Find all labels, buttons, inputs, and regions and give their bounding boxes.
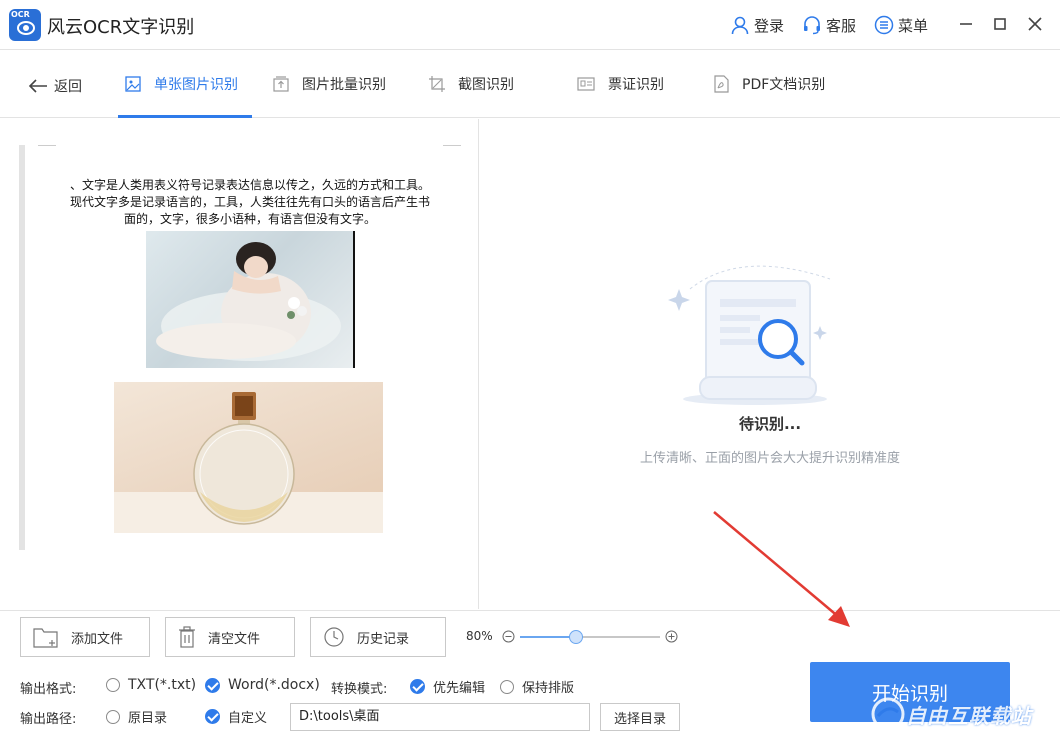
radio-unchecked bbox=[106, 678, 120, 692]
app-title: 风云OCR文字识别 bbox=[47, 17, 195, 38]
add-file-button[interactable]: 添加文件 bbox=[20, 617, 150, 657]
tab-ticket[interactable]: 票证识别 bbox=[576, 50, 664, 118]
clear-files-label: 清空文件 bbox=[208, 631, 261, 647]
convert-mode-label: 转换模式: bbox=[331, 682, 388, 697]
document-line: 面的，文字，很多小语种，有语言但没有文字。 bbox=[123, 212, 376, 226]
login-label: 登录 bbox=[754, 16, 785, 35]
format-txt-radio[interactable]: TXT(*.txt) bbox=[106, 677, 196, 693]
menu-label: 菜单 bbox=[898, 16, 929, 35]
upload-icon bbox=[273, 76, 289, 92]
radio-unchecked bbox=[500, 679, 514, 694]
tab-label: 截图识别 bbox=[458, 77, 514, 93]
minimize-icon bbox=[960, 23, 972, 25]
menu-icon bbox=[874, 15, 894, 35]
image-icon bbox=[125, 76, 141, 92]
radio-checked-icon bbox=[205, 677, 220, 693]
trash-icon bbox=[179, 626, 195, 648]
back-label: 返回 bbox=[54, 79, 82, 95]
minimize-button[interactable] bbox=[954, 12, 978, 36]
document-text: 、文字是人类用表义符号记录表达信息以传之，久远的方式和工具。 现代文字多是记录语… bbox=[46, 177, 454, 228]
watermark-text: 自由互联载站 bbox=[906, 703, 1032, 728]
tab-pdf[interactable]: PDF文档识别 bbox=[712, 50, 825, 118]
service-button[interactable]: 客服 bbox=[802, 14, 856, 36]
history-button[interactable]: 历史记录 bbox=[310, 617, 446, 657]
document-search-illustration bbox=[668, 265, 831, 405]
path-original-radio[interactable]: 原目录 bbox=[106, 707, 167, 726]
output-path-label: 输出路径: bbox=[20, 712, 77, 727]
close-button[interactable] bbox=[1023, 12, 1047, 36]
tab-label: 单张图片识别 bbox=[154, 77, 238, 93]
maximize-icon bbox=[994, 18, 1006, 30]
zoom-out-icon[interactable] bbox=[502, 630, 515, 643]
app-logo-text: OCR bbox=[11, 10, 30, 19]
pdf-icon bbox=[714, 75, 729, 93]
maximize-button[interactable] bbox=[988, 12, 1012, 36]
site-watermark: 自由互联载站 bbox=[870, 690, 1055, 738]
tab-bar: 返回 单张图片识别 图片批量识别 截图识别 票证识别 PDF文档识别 bbox=[0, 50, 1060, 118]
add-file-label: 添加文件 bbox=[71, 631, 124, 647]
radio-unchecked bbox=[106, 709, 120, 724]
app-logo-icon: OCR bbox=[9, 9, 41, 41]
tab-single-image[interactable]: 单张图片识别 bbox=[118, 50, 252, 118]
format-word-radio[interactable]: Word(*.docx) bbox=[205, 677, 320, 693]
mode-edit-radio[interactable]: 优先编辑 bbox=[410, 677, 485, 696]
service-label: 客服 bbox=[826, 16, 857, 35]
girl-photo bbox=[146, 231, 355, 368]
preview-scrollbar[interactable] bbox=[19, 145, 25, 550]
page-corner-mark bbox=[38, 145, 56, 146]
format-txt-label: TXT(*.txt) bbox=[128, 677, 197, 693]
add-file-icon bbox=[33, 628, 58, 648]
tab-screenshot[interactable]: 截图识别 bbox=[428, 50, 514, 118]
output-format-label: 输出格式: bbox=[20, 682, 77, 697]
document-line: 、文字是人类用表义符号记录表达信息以传之，久远的方式和工具。 bbox=[69, 178, 430, 192]
tab-label: 图片批量识别 bbox=[302, 77, 386, 93]
clear-files-button[interactable]: 清空文件 bbox=[165, 617, 295, 657]
perfume-photo bbox=[114, 382, 383, 533]
image-preview-panel: 、文字是人类用表义符号记录表达信息以传之，久远的方式和工具。 现代文字多是记录语… bbox=[0, 119, 479, 609]
zoom-slider[interactable] bbox=[520, 636, 660, 638]
mode-layout-radio[interactable]: 保持排版 bbox=[500, 677, 574, 696]
output-path-field[interactable]: D:\tools\桌面 bbox=[290, 703, 590, 731]
tab-label: 票证识别 bbox=[608, 77, 664, 93]
zoom-in-icon[interactable] bbox=[665, 630, 678, 643]
red-arrow-annotation bbox=[713, 511, 850, 627]
close-icon bbox=[1028, 17, 1042, 31]
login-button[interactable]: 登录 bbox=[730, 14, 784, 36]
format-word-label: Word(*.docx) bbox=[228, 677, 320, 693]
zoom-level: 80% bbox=[466, 629, 493, 643]
radio-checked-icon bbox=[205, 709, 220, 724]
crop-icon bbox=[429, 76, 445, 92]
clock-icon bbox=[324, 627, 344, 647]
tab-batch-image[interactable]: 图片批量识别 bbox=[272, 50, 386, 118]
tab-label: PDF文档识别 bbox=[742, 77, 826, 93]
watermark-logo-icon bbox=[871, 697, 905, 731]
mode-edit-label: 优先编辑 bbox=[433, 681, 486, 696]
history-label: 历史记录 bbox=[357, 631, 410, 647]
id-card-icon bbox=[577, 77, 595, 91]
path-original-label: 原目录 bbox=[128, 711, 168, 726]
headset-icon bbox=[804, 16, 820, 35]
menu-button[interactable]: 菜单 bbox=[874, 14, 928, 36]
upload-tip: 上传清晰、正面的图片会大大提升识别精准度 bbox=[639, 451, 900, 466]
waiting-status: 待识别... bbox=[738, 415, 802, 433]
page-corner-mark bbox=[443, 145, 461, 146]
arrow-left-icon bbox=[28, 79, 47, 93]
zoom-slider-thumb[interactable] bbox=[569, 630, 583, 644]
mode-layout-label: 保持排版 bbox=[522, 681, 575, 696]
choose-directory-button[interactable]: 选择目录 bbox=[600, 703, 680, 731]
user-icon bbox=[731, 16, 749, 35]
document-line: 现代文字多是记录语言的，工具，人类往往先有口头的语言后产生书 bbox=[69, 195, 430, 209]
zoom-slider-fill bbox=[520, 636, 576, 638]
back-button[interactable]: 返回 bbox=[28, 76, 82, 96]
radio-checked-icon bbox=[410, 679, 425, 694]
path-custom-radio[interactable]: 自定义 bbox=[205, 707, 267, 726]
path-custom-label: 自定义 bbox=[228, 711, 268, 726]
title-bar: OCR 风云OCR文字识别 登录 客服 菜单 bbox=[0, 0, 1060, 50]
